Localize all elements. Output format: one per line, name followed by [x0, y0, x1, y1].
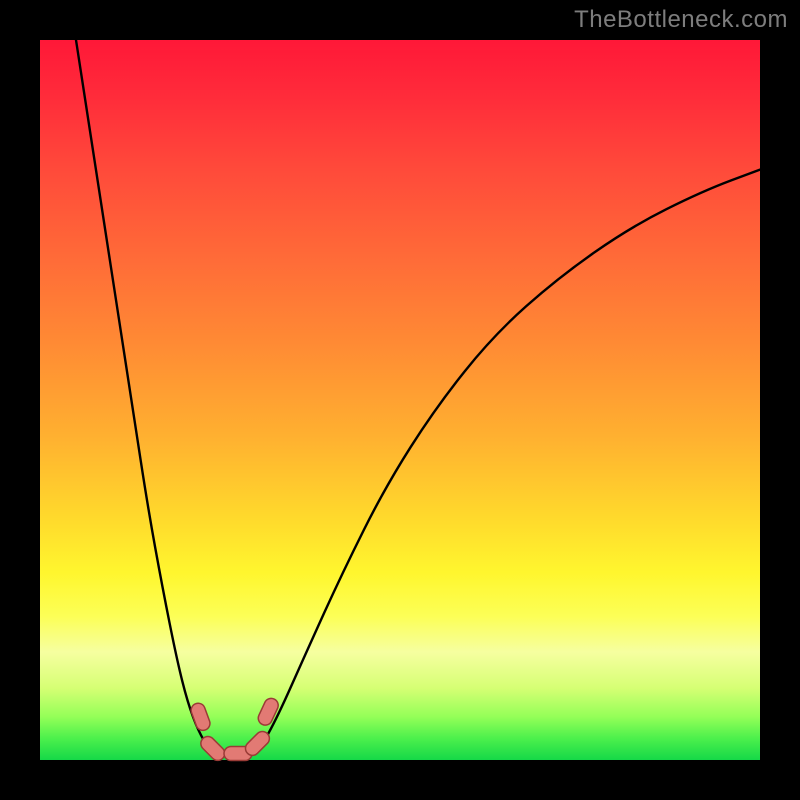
valley-marker: [198, 734, 228, 764]
chart-frame: TheBottleneck.com: [0, 0, 800, 800]
valley-marker: [243, 729, 273, 759]
bottleneck-curve: [76, 40, 760, 756]
bottleneck-curve-path: [76, 40, 760, 756]
valley-markers: [189, 696, 280, 763]
plot-area: [40, 40, 760, 760]
watermark-text: TheBottleneck.com: [574, 6, 788, 34]
valley-marker: [189, 701, 212, 732]
curve-layer: [40, 40, 760, 760]
valley-marker: [256, 696, 281, 727]
